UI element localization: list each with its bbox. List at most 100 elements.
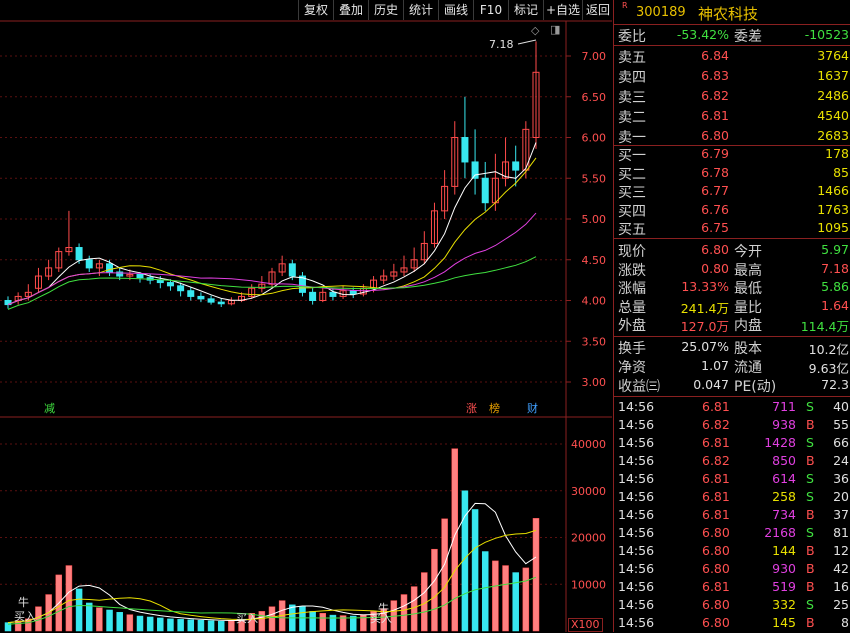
weibi-value: -53.42% <box>676 27 729 42</box>
buy-level-label: 买四 <box>618 203 646 220</box>
history-button[interactable]: 历史 <box>368 0 403 20</box>
buy-level-label: 买三 <box>618 185 646 201</box>
tick-row: 14:56 6.81 734 B 37 <box>614 507 850 525</box>
volume-bar <box>85 602 93 632</box>
tick-volume: 938 <box>772 417 796 432</box>
stat-value: 10.2亿 <box>808 342 849 357</box>
sell-level-label: 卖二 <box>618 110 646 126</box>
volume-bar <box>116 612 123 632</box>
add-favorite-button[interactable]: +自选 <box>543 0 582 20</box>
tick-time: 14:56 <box>618 543 655 558</box>
sell-row[interactable]: 卖二 6.81 4540 <box>614 107 850 126</box>
sell-row[interactable]: 卖五 6.84 3764 <box>614 47 850 66</box>
buy-row[interactable]: 买五 6.75 1095 <box>614 219 850 238</box>
tick-price: 6.81 <box>702 435 730 450</box>
tick-count: 36 <box>833 471 849 486</box>
sell-price: 6.80 <box>701 128 729 143</box>
stat-label: 内盘 <box>734 318 762 334</box>
marker-cai[interactable]: 财 <box>527 400 538 416</box>
marker-zhang[interactable]: 涨 <box>466 400 477 416</box>
volume-bar <box>75 588 83 632</box>
mark-button[interactable]: 标记 <box>508 0 543 20</box>
tick-price: 6.81 <box>702 507 730 522</box>
sell-row[interactable]: 卖四 6.83 1637 <box>614 67 850 86</box>
tick-count: 20 <box>833 489 849 504</box>
tick-count: 12 <box>833 543 849 558</box>
tick-price: 6.81 <box>702 579 730 594</box>
stat-label: 外盘 <box>618 318 646 334</box>
tick-row: 14:56 6.80 144 B 12 <box>614 543 850 561</box>
overlay-button[interactable]: 叠加 <box>333 0 368 20</box>
tick-row: 14:56 6.81 614 S 36 <box>614 471 850 489</box>
tick-volume: 1428 <box>764 435 796 450</box>
tick-row: 14:56 6.82 850 B 24 <box>614 453 850 471</box>
draw-line-button[interactable]: 画线 <box>438 0 473 20</box>
marker-jian[interactable]: 减 <box>44 400 55 416</box>
diamond-icon[interactable]: ◇ <box>531 24 539 37</box>
signal-buy: 买入 <box>236 612 258 625</box>
sell-level-label: 卖四 <box>618 70 646 86</box>
price-tick-label: 6.50 <box>582 91 607 104</box>
tick-price: 6.81 <box>702 471 730 486</box>
tick-side: B <box>806 417 815 432</box>
candle-body <box>329 291 337 297</box>
sell-row[interactable]: 卖三 6.82 2486 <box>614 87 850 106</box>
tick-side: B <box>806 453 815 468</box>
max-price-label: 7.18 <box>489 38 514 51</box>
tick-count: 37 <box>833 507 849 522</box>
tick-side: S <box>806 525 814 540</box>
tick-count: 55 <box>833 417 849 432</box>
candle-body <box>166 282 174 287</box>
tick-volume: 614 <box>772 471 796 486</box>
buy-volume: 178 <box>825 146 849 161</box>
buy-level-label: 买一 <box>618 148 646 164</box>
kline-chart[interactable]: 7.00 6.50 6.00 5.50 5.00 4.50 4.00 3.50 3.00 4000… <box>0 0 612 632</box>
stat-value: 7.18 <box>821 260 849 276</box>
statistics-button[interactable]: 统计 <box>403 0 438 20</box>
volume-bar <box>228 620 235 632</box>
price-tick-label: 5.00 <box>582 213 607 226</box>
stat-value: 0.047 <box>693 377 729 392</box>
tick-price: 6.80 <box>702 525 730 540</box>
volume-bar <box>146 616 154 632</box>
signal-buy: 买入 <box>14 610 36 623</box>
sell-price: 6.81 <box>701 108 729 123</box>
buy-row[interactable]: 买三 6.77 1466 <box>614 182 850 201</box>
fuquan-button[interactable]: 复权 <box>298 0 333 20</box>
tick-count: 8 <box>841 615 849 630</box>
tick-count: 42 <box>833 561 849 576</box>
volume-unit-label: X100 <box>568 618 603 632</box>
tick-row: 14:56 6.81 258 S 20 <box>614 489 850 507</box>
sell-row[interactable]: 卖一 6.80 2683 <box>614 127 850 146</box>
candle-body <box>85 259 93 269</box>
candle-body <box>288 263 296 277</box>
stat-label: 净资 <box>618 360 646 376</box>
sell-price: 6.83 <box>701 68 729 83</box>
candle-body <box>349 290 357 295</box>
stat-row: 收益㈢ 0.047 PE(动) 72.3 <box>614 376 850 395</box>
sell-level-label: 卖三 <box>618 90 646 106</box>
panel-toggle-icon[interactable]: ◨ <box>550 23 560 36</box>
stat-value: 9.63亿 <box>808 361 849 376</box>
buy-row[interactable]: 买二 6.78 85 <box>614 164 850 183</box>
tick-count: 24 <box>833 453 849 468</box>
buy-row[interactable]: 买四 6.76 1763 <box>614 201 850 220</box>
tick-row: 14:56 6.80 2168 S 81 <box>614 525 850 543</box>
candle-body <box>309 291 317 302</box>
signal-niu: 牛 <box>378 602 389 615</box>
stat-value: 114.4万 <box>800 319 849 334</box>
tick-row: 14:56 6.81 519 B 16 <box>614 579 850 597</box>
tick-volume: 258 <box>772 489 796 504</box>
volume-bar <box>431 548 438 632</box>
sell-volume: 4540 <box>817 108 849 123</box>
back-button[interactable]: 返回 <box>582 0 613 20</box>
f10-button[interactable]: F10 <box>473 0 508 20</box>
tick-volume: 711 <box>772 399 796 414</box>
marker-bang[interactable]: 榜 <box>489 400 500 416</box>
candle-body <box>461 137 469 163</box>
buy-row[interactable]: 买一 6.79 178 <box>614 145 850 164</box>
sell-level-label: 卖一 <box>618 130 646 146</box>
volume-bar <box>217 620 225 632</box>
tick-count: 66 <box>833 435 849 450</box>
tick-count: 25 <box>833 597 849 612</box>
